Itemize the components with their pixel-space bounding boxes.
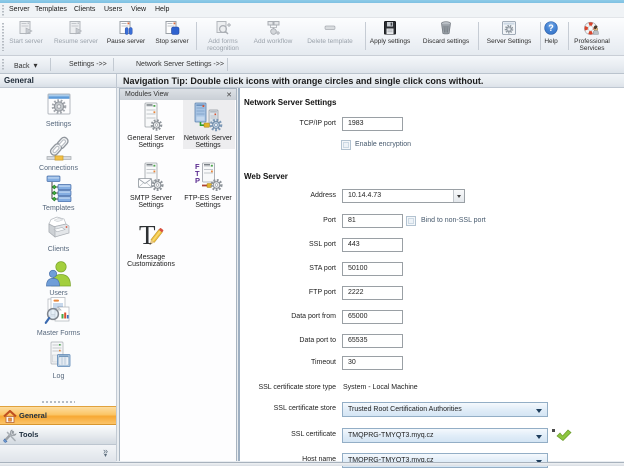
svg-text:?: ? (548, 23, 554, 33)
svg-text:P: P (195, 176, 200, 185)
svg-text:T: T (139, 221, 156, 250)
